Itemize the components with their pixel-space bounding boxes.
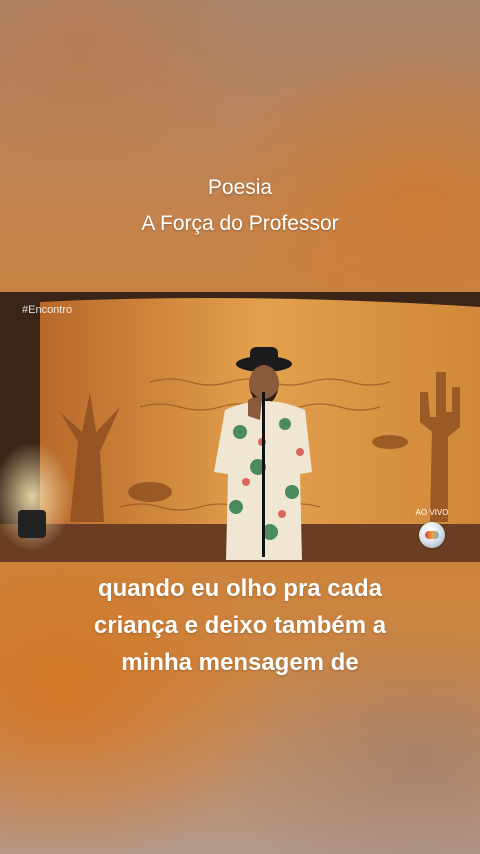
title-line-1: Poesia (207, 176, 273, 199)
live-label: AO VIVO (415, 508, 449, 517)
subtitle-caption: quando eu olho pra cada criança e deixo … (0, 570, 480, 681)
caption-line-3: minha mensagem de (121, 649, 359, 676)
caption-line-1: quando eu olho pra cada (97, 575, 383, 602)
globo-logo-icon (419, 522, 445, 548)
stage-light (18, 510, 46, 538)
title-line-2: A Força do Professor (141, 212, 339, 235)
title-block: Poesia A Força do Professor (0, 170, 480, 242)
video-player[interactable]: #Encontro AO VIVO (0, 292, 480, 562)
channel-tag: #Encontro (22, 304, 73, 316)
video-frame (0, 292, 480, 562)
screen: Poesia A Força do Professor #Encontro AO… (0, 0, 480, 854)
caption-line-2: criança e deixo também a (93, 612, 387, 639)
